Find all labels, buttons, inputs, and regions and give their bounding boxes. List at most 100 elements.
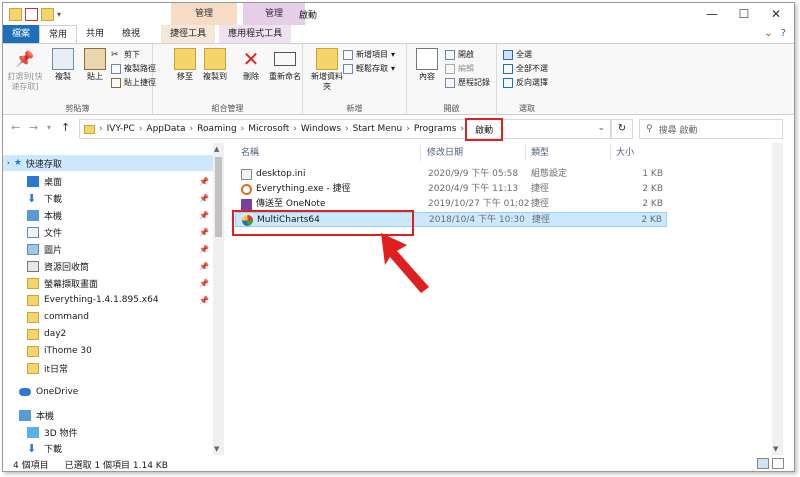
ribbon: 📌 釘選到[快速存取] 複製 貼上 ✂ 剪下 複製路徑 貼上捷徑 剪貼簿 移至 … (3, 43, 794, 116)
forward-icon[interactable]: → (29, 121, 38, 134)
nav-item-onedrive[interactable]: OneDrive (3, 384, 213, 400)
breadcrumb-ivy-pc[interactable]: IVY-PC (104, 124, 138, 134)
nav-label: 快速存取 (25, 159, 62, 170)
nav-item-it-daily[interactable]: it日常 (3, 360, 213, 376)
tab-app-tools[interactable]: 應用程式工具 (219, 25, 292, 43)
file-size: 1 KB (642, 169, 663, 179)
file-date: 2019/10/27 下午 01:02 (428, 199, 530, 209)
nav-item-this-pc-root[interactable]: 本機 (3, 407, 213, 423)
pin-icon: 📌 (199, 244, 209, 254)
refresh-button[interactable]: ↻ (611, 119, 633, 139)
nav-label: 桌面 (44, 177, 63, 188)
breadcrumb-microsoft[interactable]: Microsoft (245, 124, 292, 134)
nav-item-3d-objects[interactable]: 3D 物件 (3, 424, 213, 440)
nav-item-recycle-bin[interactable]: 資源回收筒 📌 (3, 258, 213, 274)
file-size: 2 KB (641, 215, 662, 225)
scroll-down-icon[interactable]: ▼ (773, 445, 778, 453)
invert-selection-button[interactable]: 反向選擇 (503, 77, 548, 88)
breadcrumb-programs[interactable]: Programs (411, 124, 460, 134)
nav-label: day2 (44, 329, 67, 339)
nav-item-pictures[interactable]: 圖片 📌 (3, 241, 213, 257)
paste-icon (84, 48, 106, 70)
breadcrumb-startup[interactable]: 啟動 (465, 117, 504, 141)
collapse-ribbon-icon[interactable]: ⌄ (764, 28, 772, 39)
address-bar[interactable]: › IVY-PC › AppData › Roaming › Microsoft… (79, 117, 611, 141)
tab-shortcut-tools[interactable]: 捷徑工具 (161, 25, 216, 43)
edit-button[interactable]: 編輯 (445, 63, 474, 74)
breadcrumb-appdata[interactable]: AppData (143, 124, 188, 134)
folder-icon (27, 294, 39, 306)
copy-to-icon (204, 48, 226, 70)
minimize-button[interactable]: — (697, 5, 727, 23)
properties-icon[interactable] (25, 8, 38, 21)
column-divider[interactable] (525, 145, 526, 161)
new-folder-icon[interactable] (41, 8, 54, 21)
nav-item-documents[interactable]: 文件 📌 (3, 224, 213, 240)
nav-item-desktop[interactable]: 桌面 📌 (3, 173, 213, 189)
navigation-scrollbar[interactable]: ▲ ▼ (213, 143, 224, 455)
file-type: 捷徑 (531, 199, 550, 209)
nav-item-this-pc[interactable]: 本機 📌 (3, 207, 213, 223)
cut-button[interactable]: ✂ 剪下 (111, 49, 140, 60)
scroll-down-icon[interactable]: ▼ (214, 445, 219, 453)
column-header-type[interactable]: 類型 (531, 145, 549, 161)
column-divider[interactable] (610, 145, 611, 161)
properties-button[interactable]: 內容 (409, 48, 445, 82)
nav-item-downloads-pc[interactable]: ⬇ 下載 (3, 440, 213, 456)
copy-to-button[interactable]: 複製到 (197, 48, 233, 82)
nav-item-day2[interactable]: day2 (3, 326, 213, 342)
breadcrumb-start-menu[interactable]: Start Menu (350, 124, 406, 134)
large-icons-view-icon[interactable] (772, 458, 784, 469)
breadcrumb-windows[interactable]: Windows (298, 124, 344, 134)
nav-item-everything[interactable]: Everything-1.4.1.895.x64 📌 (3, 292, 213, 308)
paste-button[interactable]: 貼上 (77, 48, 113, 82)
address-dropdown-icon[interactable]: ⌄ (597, 123, 605, 133)
column-header-size[interactable]: 大小 (616, 145, 634, 161)
selection-info: 已選取 1 個項目 1.14 KB (64, 460, 168, 471)
delete-button[interactable]: ✕ 刪除 (233, 48, 269, 82)
help-icon[interactable]: ? (781, 28, 786, 39)
select-none-button[interactable]: 全部不選 (503, 63, 548, 74)
nav-item-downloads[interactable]: ⬇ 下載 📌 (3, 190, 213, 206)
tab-home[interactable]: 常用 (39, 25, 78, 43)
file-list-scrollbar[interactable]: ▼ (772, 143, 783, 455)
nav-item-screenshots[interactable]: 螢幕擷取畫面 📌 (3, 275, 213, 291)
open-button[interactable]: 開啟 (445, 49, 474, 60)
new-item-button[interactable]: 新增項目 ▾ (343, 49, 395, 60)
new-folder-button[interactable]: 新增資料夾 (309, 48, 345, 92)
tab-share[interactable]: 共用 (77, 25, 113, 43)
easy-access-button[interactable]: 輕鬆存取 ▾ (343, 63, 395, 74)
details-view-icon[interactable] (757, 458, 769, 469)
nav-item-ithome30[interactable]: iThome 30 (3, 343, 213, 359)
folder-icon[interactable] (9, 8, 22, 21)
up-icon[interactable]: ↑ (61, 121, 70, 134)
nav-label: 文件 (44, 228, 63, 239)
maximize-button[interactable]: ☐ (729, 5, 759, 23)
file-row[interactable]: Everything.exe - 捷徑 2020/4/9 下午 11:13 捷徑… (235, 182, 667, 197)
recent-locations-icon[interactable]: ▾ (47, 123, 51, 132)
tab-file[interactable]: 檔案 (3, 25, 40, 43)
pin-quick-access-button[interactable]: 📌 釘選到[快速存取] (5, 48, 45, 92)
breadcrumb-roaming[interactable]: Roaming (194, 124, 240, 134)
scroll-up-icon[interactable]: ▲ (214, 145, 219, 153)
column-header-name[interactable]: 名稱 (241, 145, 259, 161)
close-button[interactable]: ✕ (761, 5, 791, 23)
tab-view[interactable]: 檢視 (113, 25, 149, 43)
column-header-date[interactable]: 修改日期 (427, 145, 463, 161)
history-button[interactable]: 歷程記錄 (445, 77, 490, 88)
pin-icon: 📌 (199, 227, 209, 237)
column-divider[interactable] (420, 145, 421, 161)
copy-button[interactable]: 複製 (45, 48, 81, 82)
search-input[interactable]: ⚲ 搜尋 啟動 (639, 119, 783, 139)
select-all-button[interactable]: 全選 (503, 49, 532, 60)
copy-path-button[interactable]: 複製路徑 (111, 63, 156, 74)
nav-item-command[interactable]: command (3, 309, 213, 325)
qat-dropdown-icon[interactable]: ▾ (57, 10, 61, 19)
rename-button[interactable]: 重新命名 (265, 48, 305, 82)
scrollbar-thumb[interactable] (215, 157, 222, 237)
copy-icon (52, 48, 74, 70)
file-row[interactable]: desktop.ini 2020/9/9 下午 05:58 組態設定 1 KB (235, 167, 667, 182)
paste-shortcut-button[interactable]: 貼上捷徑 (111, 77, 156, 88)
nav-item-quick-access[interactable]: › ★ 快速存取 (3, 155, 213, 171)
back-icon[interactable]: ← (11, 121, 20, 134)
